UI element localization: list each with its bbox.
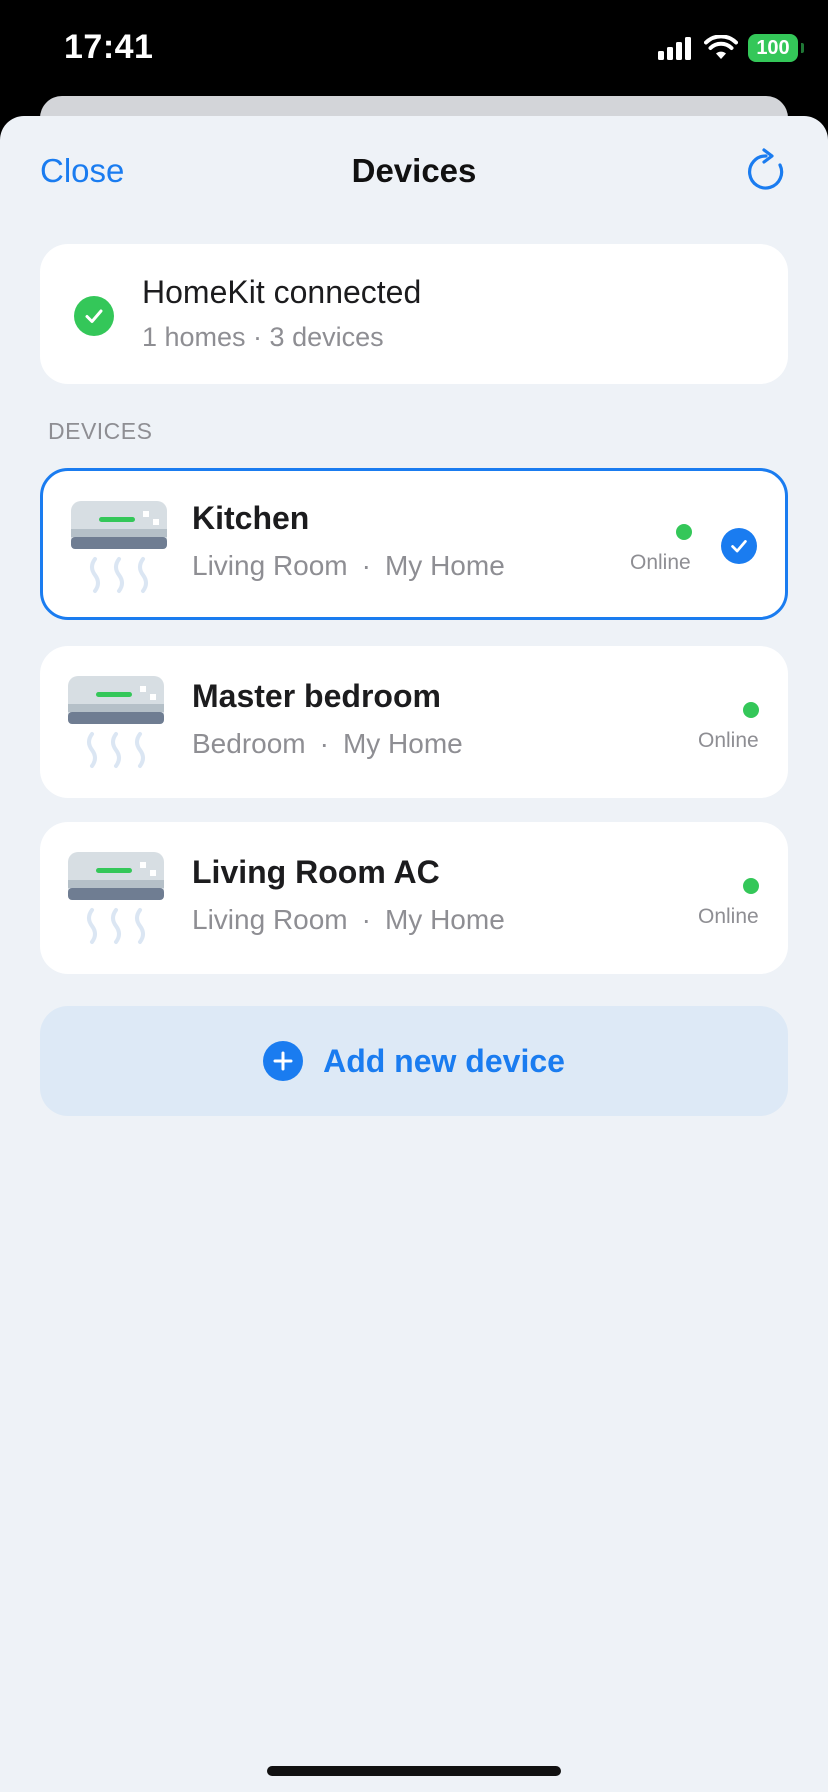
status-time: 17:41 [64, 28, 154, 66]
selected-check-icon [721, 528, 757, 564]
device-home: My Home [342, 728, 463, 759]
device-room: Living Room [192, 904, 348, 935]
section-header: DEVICES [48, 418, 153, 444]
check-circle-icon [74, 296, 114, 336]
device-location: Living Room · My Home [192, 550, 505, 582]
battery-level: 100 [756, 36, 790, 59]
homekit-status-card: HomeKit connected 1 homes · 3 devices [40, 244, 788, 384]
device-status: Online [698, 905, 759, 928]
online-status-dot [743, 702, 759, 718]
status-bar: 17:41 100 [0, 0, 828, 100]
device-name: Master bedroom [192, 678, 441, 714]
status-icons: 100 [658, 34, 804, 62]
online-status-dot [676, 524, 692, 540]
device-status: Online [698, 729, 759, 752]
device-location: Living Room · My Home [192, 904, 505, 936]
device-home: My Home [384, 550, 505, 581]
home-indicator[interactable] [267, 1766, 561, 1776]
device-name: Living Room AC [192, 854, 440, 890]
wifi-icon [704, 35, 738, 59]
device-name: Kitchen [192, 500, 310, 536]
device-room: Bedroom [192, 728, 306, 759]
device-card-kitchen[interactable]: Kitchen Living Room · My Home Online [40, 468, 788, 620]
device-card-master-bedroom[interactable]: Master bedroom Bedroom · My Home Online [40, 646, 788, 798]
devices-screen: 17:41 100 Close Devices HomeKit connecte… [0, 0, 828, 1792]
refresh-icon[interactable] [742, 148, 790, 196]
device-location: Bedroom · My Home [192, 728, 463, 760]
online-status-dot [743, 878, 759, 894]
separator: · [319, 728, 329, 759]
air-conditioner-icon [71, 501, 167, 593]
device-room: Living Room [192, 550, 348, 581]
nav-bar: Close Devices [0, 116, 828, 228]
devices-sheet: Close Devices HomeKit connected 1 homes … [0, 116, 828, 1792]
battery-icon: 100 [748, 34, 804, 62]
homekit-subtitle: 1 homes · 3 devices [142, 322, 384, 352]
separator: · [361, 550, 371, 581]
plus-circle-icon [263, 1041, 304, 1081]
homekit-title: HomeKit connected [142, 274, 422, 310]
device-home: My Home [384, 904, 505, 935]
separator: · [361, 904, 371, 935]
air-conditioner-icon [68, 676, 164, 768]
add-new-device-button[interactable]: Add new device [40, 1006, 788, 1116]
add-new-device-label: Add new device [323, 1042, 565, 1079]
signal-icon [658, 37, 691, 60]
device-status: Online [630, 551, 691, 574]
device-card-living-room-ac[interactable]: Living Room AC Living Room · My Home Onlin… [40, 822, 788, 974]
page-title: Devices [351, 152, 477, 189]
air-conditioner-icon [68, 852, 164, 944]
